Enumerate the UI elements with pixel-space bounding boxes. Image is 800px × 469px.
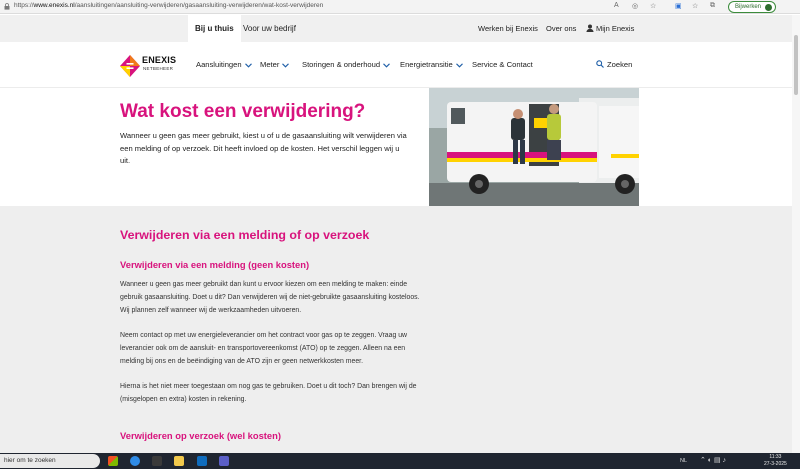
paragraph-contact-leverancier: Neem contact op met uw energieleverancie… <box>120 332 408 365</box>
user-icon <box>586 24 594 32</box>
paragraph-gasgebruik: Hierna is het niet meer toegestaan om no… <box>120 383 417 403</box>
file-explorer-icon[interactable] <box>174 456 184 466</box>
nav-energietransitie[interactable]: Energietransitie <box>400 42 463 88</box>
subheading-op-verzoek: Verwijderen op verzoek (wel kosten) <box>120 430 281 441</box>
site-info-icon[interactable] <box>4 3 10 10</box>
update-button[interactable]: Bijwerken <box>728 1 777 13</box>
page-scrollbar[interactable] <box>792 15 800 453</box>
outlook-icon[interactable] <box>197 456 207 466</box>
section-heading: Verwijderen via een melding of op verzoe… <box>120 228 370 242</box>
tab-voor-uw-bedrijf[interactable]: Voor uw bedrijf <box>236 15 303 42</box>
chevron-down-icon <box>455 62 463 68</box>
task-view-icon[interactable] <box>152 456 162 466</box>
browser-address-bar[interactable]: https://www.enexis.nl/aansluitingen/aans… <box>0 0 800 14</box>
system-tray-icons[interactable]: ⌃ ◐ ▤ ♪ <box>700 453 726 469</box>
favorite-star-icon[interactable]: ☆ <box>650 2 656 10</box>
enexis-logo[interactable]: ENEXIS NETBEHEER <box>120 54 180 78</box>
paragraph-melding: Wanneer u geen gas meer gebruikt dan kun… <box>120 281 420 314</box>
content-section: Verwijderen via een melding of op verzoe… <box>0 206 800 453</box>
extension-icon[interactable]: ▣ <box>675 2 682 10</box>
nav-storingen-onderhoud[interactable]: Storingen & onderhoud <box>302 42 390 88</box>
collections-icon[interactable]: ⧉ <box>710 2 715 10</box>
tab-bij-u-thuis[interactable]: Bij u thuis <box>188 15 241 42</box>
nav-aansluitingen[interactable]: Aansluitingen <box>196 42 252 88</box>
chevron-down-icon <box>383 62 390 68</box>
utility-bar: Bij u thuis Voor uw bedrijf Werken bij E… <box>0 15 800 42</box>
main-header: ENEXIS NETBEHEER Aansluitingen Meter Sto… <box>0 42 800 88</box>
search-icon <box>596 60 604 68</box>
language-indicator[interactable]: NL <box>680 453 687 469</box>
nav-service-contact[interactable]: Service & Contact <box>472 42 533 88</box>
link-werken-bij-enexis[interactable]: Werken bij Enexis <box>478 15 538 42</box>
nav-meter[interactable]: Meter <box>260 42 290 88</box>
taskbar-clock[interactable]: 11:33 27-3-2025 <box>764 454 787 467</box>
windows-taskbar: hier om te zoeken NL ⌃ ◐ ▤ ♪ 11:33 27-3-2… <box>0 453 800 469</box>
copilot-icon[interactable] <box>108 456 118 466</box>
hero-photo-service-van <box>429 88 639 206</box>
subheading-melding: Verwijderen via een melding (geen kosten… <box>120 259 310 270</box>
search-button[interactable]: Zoeken <box>596 42 632 88</box>
page-title: Wat kost een verwijdering? <box>120 101 366 122</box>
hero-intro-text: Wanneer u geen gas meer gebruikt, kiest … <box>120 131 407 165</box>
favorites-icon[interactable]: ☆ <box>692 2 698 10</box>
profile-avatar-icon <box>765 4 773 11</box>
chevron-down-icon <box>244 62 252 68</box>
read-aloud-icon[interactable]: A <box>614 2 619 9</box>
taskbar-search-input[interactable]: hier om te zoeken <box>0 454 100 468</box>
scrollbar-thumb[interactable] <box>794 35 798 95</box>
link-mijn-enexis[interactable]: Mijn Enexis <box>586 15 634 42</box>
link-over-ons[interactable]: Over ons <box>546 15 576 42</box>
enexis-logo-icon <box>120 55 140 77</box>
chevron-down-icon <box>282 62 290 68</box>
url-text[interactable]: https://www.enexis.nl/aansluitingen/aans… <box>14 2 323 9</box>
translate-icon[interactable]: ◎ <box>632 2 638 10</box>
edge-browser-icon[interactable] <box>130 456 140 466</box>
teams-icon[interactable] <box>219 456 229 466</box>
